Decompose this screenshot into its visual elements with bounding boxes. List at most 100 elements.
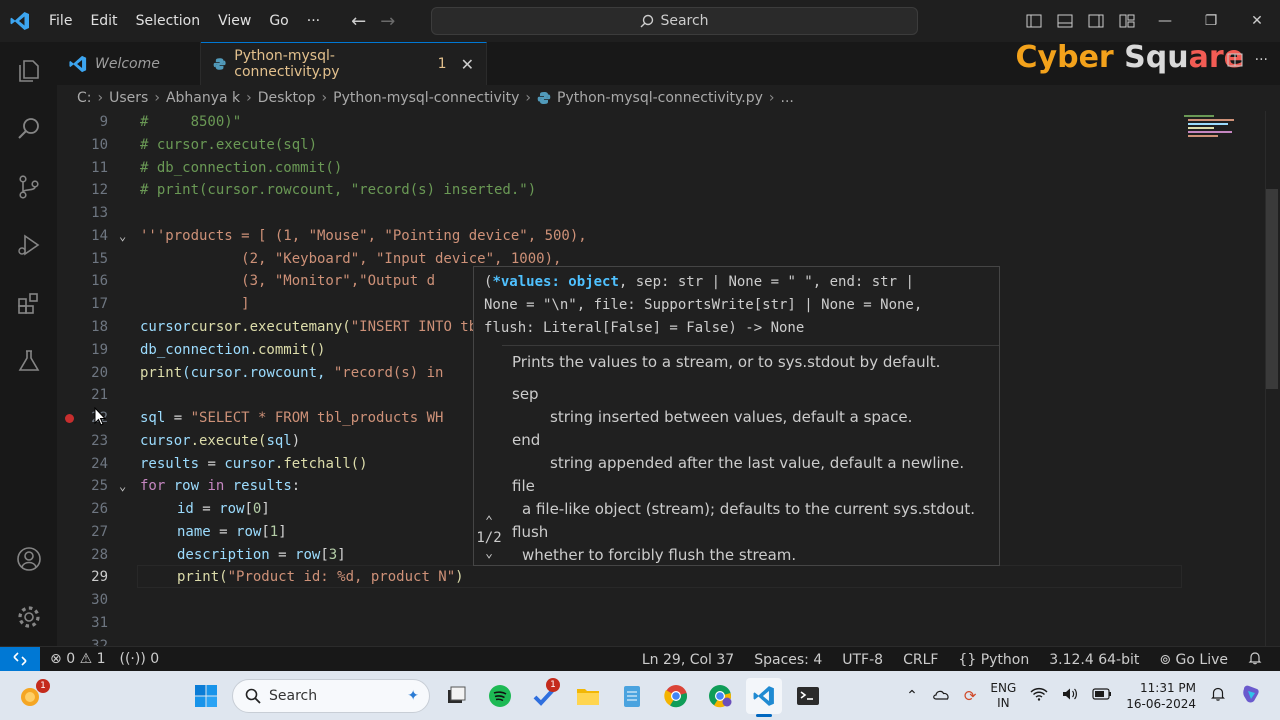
mouse-pointer-icon	[94, 407, 106, 426]
live-icon: ⊚	[1159, 651, 1172, 668]
source-control-icon[interactable]	[0, 158, 57, 216]
tab-problems-count: 1	[437, 56, 447, 72]
notepad-icon[interactable]	[614, 678, 650, 714]
toggle-secondary-sidebar-icon[interactable]	[1080, 0, 1111, 42]
onedrive-icon[interactable]	[932, 688, 950, 703]
close-window-icon[interactable]: ✕	[1234, 0, 1280, 42]
search-label: Search	[660, 13, 709, 29]
spotify-icon[interactable]	[482, 678, 518, 714]
error-icon: ⊗	[50, 651, 62, 667]
weather-widget-icon[interactable]: 1	[16, 679, 50, 711]
fold-chevron-icon[interactable]: ⌄	[119, 475, 126, 498]
settings-gear-icon[interactable]	[0, 588, 57, 646]
battery-icon[interactable]	[1092, 688, 1112, 703]
input-language[interactable]: ENG IN	[990, 681, 1016, 711]
toggle-primary-sidebar-icon[interactable]	[1018, 0, 1049, 42]
taskbar-search[interactable]: Search ✦	[232, 678, 430, 713]
function-signature: (*values: object, sep: str | None = " ",…	[484, 274, 923, 336]
breadcrumb-user[interactable]: Abhanya k	[166, 90, 240, 106]
notification-center-icon[interactable]	[1210, 686, 1226, 705]
function-documentation: Prints the values to a stream, or to sys…	[512, 353, 976, 564]
minimap[interactable]	[1184, 111, 1264, 151]
search-view-icon[interactable]	[0, 100, 57, 158]
testing-flask-icon[interactable]	[0, 332, 57, 390]
breadcrumb: C: › Users › Abhanya k › Desktop › Python-my…	[57, 85, 1280, 111]
problems-indicator[interactable]: ⊗ 0 ⚠ 1	[50, 651, 106, 667]
copilot-icon[interactable]	[1240, 683, 1262, 708]
parameter-hint-popup[interactable]: (*values: object, sep: str | None = " ",…	[473, 266, 1000, 566]
breadcrumb-symbol[interactable]: ...	[781, 90, 794, 106]
todo-icon[interactable]: 1	[526, 677, 562, 714]
terminal-icon[interactable]	[790, 678, 826, 714]
menu-more[interactable]: ···	[298, 0, 329, 42]
volume-icon[interactable]	[1062, 687, 1078, 704]
fold-chevron-icon[interactable]: ⌄	[119, 225, 126, 248]
notifications-bell-icon[interactable]	[1248, 651, 1262, 669]
system-clock[interactable]: 11:31 PM 16-06-2024	[1126, 680, 1196, 712]
minimize-icon[interactable]: —	[1142, 0, 1188, 42]
previous-overload-icon[interactable]: ⌃	[474, 514, 504, 530]
show-hidden-icons-chevron-icon[interactable]: ⌃	[906, 688, 918, 704]
next-overload-icon[interactable]: ⌄	[474, 546, 504, 562]
go-live-button[interactable]: ⊚ Go Live	[1159, 652, 1228, 668]
toggle-panel-icon[interactable]	[1049, 0, 1080, 42]
run-debug-icon[interactable]	[0, 216, 57, 274]
wifi-icon[interactable]	[1030, 687, 1048, 704]
search-icon	[245, 688, 261, 704]
forward-arrow-icon[interactable]: →	[380, 11, 395, 32]
end-of-line[interactable]: CRLF	[903, 652, 938, 668]
activity-bar	[0, 42, 57, 646]
tab-welcome[interactable]: Welcome	[57, 42, 201, 85]
search-highlight-icon: ✦	[407, 687, 419, 704]
start-button[interactable]	[188, 678, 224, 714]
back-arrow-icon[interactable]: ←	[351, 11, 366, 32]
menu-edit[interactable]: Edit	[81, 0, 126, 42]
file-encoding[interactable]: UTF-8	[842, 652, 883, 668]
language-mode[interactable]: {} Python	[958, 652, 1029, 668]
customize-layout-icon[interactable]	[1111, 0, 1142, 42]
channel-watermark: Cyber Square	[1015, 40, 1244, 75]
accounts-icon[interactable]	[0, 530, 57, 588]
ports-indicator[interactable]: ((·)) 0	[120, 651, 160, 667]
remote-indicator-icon[interactable]	[0, 646, 40, 672]
task-view-icon[interactable]	[438, 678, 474, 714]
cursor-position[interactable]: Ln 29, Col 37	[642, 652, 734, 668]
vscode-tab-icon	[69, 55, 87, 72]
breadcrumb-file[interactable]: Python-mysql-connectivity.py	[557, 90, 763, 106]
title-bar: File Edit Selection View Go ··· ← → Sear…	[0, 0, 1280, 42]
tab-python-file-label: Python-mysql-connectivity.py	[234, 48, 340, 80]
file-explorer-icon[interactable]	[570, 678, 606, 714]
chrome-icon[interactable]	[658, 678, 694, 714]
menu-bar: File Edit Selection View Go ···	[40, 0, 329, 42]
extensions-icon[interactable]	[0, 274, 57, 332]
status-bar: ⊗ 0 ⚠ 1 ((·)) 0 Ln 29, Col 37 Spaces: 4 …	[0, 646, 1280, 672]
breadcrumb-desktop[interactable]: Desktop	[258, 90, 316, 106]
sync-icon[interactable]: ⟳	[964, 687, 977, 705]
menu-file[interactable]: File	[40, 0, 81, 42]
more-actions-icon[interactable]: ···	[1255, 52, 1268, 72]
menu-selection[interactable]: Selection	[127, 0, 210, 42]
broadcast-icon: ((·))	[119, 651, 146, 667]
vscode-taskbar-icon[interactable]	[746, 677, 782, 717]
search-icon	[640, 14, 654, 28]
explorer-icon[interactable]	[0, 42, 57, 100]
indentation[interactable]: Spaces: 4	[754, 652, 822, 668]
breadcrumb-folder[interactable]: Python-mysql-connectivity	[333, 90, 519, 106]
restore-icon[interactable]: ❐	[1188, 0, 1234, 42]
vscode-logo-icon	[0, 0, 40, 42]
python-interpreter[interactable]: 3.12.4 64-bit	[1049, 652, 1139, 668]
breadcrumb-drive[interactable]: C:	[77, 90, 92, 106]
tab-close-icon[interactable]: ✕	[461, 55, 474, 74]
chrome-profile-icon[interactable]	[702, 678, 738, 714]
menu-go[interactable]: Go	[260, 0, 297, 42]
python-file-icon	[537, 92, 551, 104]
editor-scrollbar[interactable]	[1266, 189, 1278, 389]
breadcrumb-users[interactable]: Users	[109, 90, 148, 106]
overload-counter: 1/2	[476, 530, 502, 546]
editor-actions: ···	[1227, 52, 1268, 72]
warning-icon: ⚠	[79, 651, 93, 667]
tab-python-file[interactable]: Python-mysql-connectivity.py 1 ✕	[201, 42, 487, 85]
menu-view[interactable]: View	[209, 0, 260, 42]
command-center-search[interactable]: Search	[431, 7, 918, 35]
split-editor-icon[interactable]	[1227, 52, 1243, 72]
